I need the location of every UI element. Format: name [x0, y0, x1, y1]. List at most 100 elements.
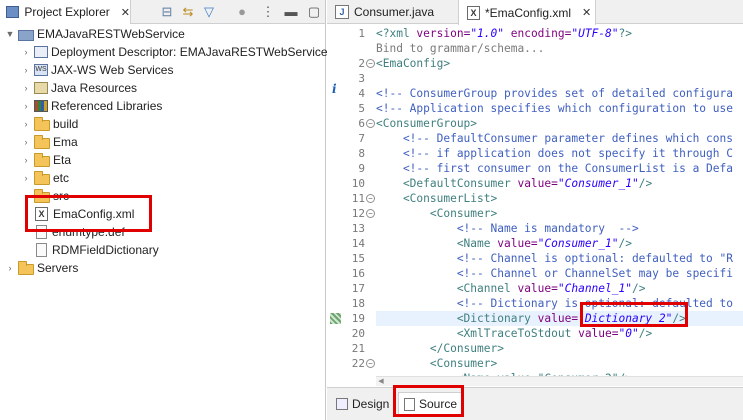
tab-title: Project Explorer — [24, 5, 110, 19]
tree-item-label: Deployment Descriptor: EMAJavaRESTWebSer… — [51, 45, 328, 59]
code-line[interactable]: </Consumer> — [376, 341, 504, 356]
line-number: 19 — [351, 312, 365, 325]
fold-toggle-icon[interactable]: − — [366, 119, 375, 128]
info-marker-icon[interactable]: i — [332, 82, 337, 96]
change-marker-icon[interactable] — [330, 313, 341, 324]
tab-project-explorer[interactable]: Project Explorer ✕ — [0, 0, 131, 24]
line-number — [345, 371, 365, 386]
xml-source-editor[interactable]: i 1 <?xml version="1.0" encoding="UTF-8"?… — [327, 25, 743, 387]
expand-arrow-icon[interactable]: › — [20, 83, 32, 93]
link-editor-icon[interactable]: ⇆ — [180, 4, 196, 20]
code-token: <!-- first consumer on the ConsumerList … — [376, 162, 733, 175]
close-icon[interactable]: ✕ — [121, 6, 130, 19]
line-number: 20 — [351, 327, 365, 340]
code-line[interactable]: Bind to grammar/schema... — [376, 41, 544, 56]
code-line[interactable]: <!-- ConsumerGroup provides set of detai… — [376, 86, 733, 101]
code-line[interactable]: <!-- Name is mandatory --> — [376, 221, 639, 236]
expand-arrow-icon[interactable]: › — [20, 173, 32, 183]
code-line[interactable]: <!-- Channel or ChannelSet may be specif… — [376, 266, 733, 281]
minimize-icon[interactable]: ▬ — [283, 4, 299, 20]
tree-item-java-resources[interactable]: › Java Resources — [20, 79, 138, 97]
expand-arrow-icon[interactable]: ▼ — [4, 29, 16, 39]
fold-toggle-icon[interactable]: − — [366, 59, 375, 68]
code-token: value= — [537, 312, 579, 325]
project-explorer-icon — [6, 6, 20, 18]
collapse-all-icon[interactable]: ⊟ — [159, 4, 175, 20]
code-token: version= — [416, 27, 471, 40]
code-token: ?> — [618, 27, 632, 40]
code-line[interactable]: <Consumer> — [376, 356, 497, 371]
code-line[interactable]: <ConsumerGroup> — [376, 116, 477, 131]
expand-arrow-icon[interactable]: › — [20, 137, 32, 147]
code-token: encoding= — [504, 27, 572, 40]
tab-label: Design — [352, 397, 390, 411]
expand-arrow-icon[interactable]: › — [20, 119, 32, 129]
code-line[interactable]: <Consumer> — [376, 206, 497, 221]
line-number: 18 — [351, 297, 365, 310]
line-number: 10 — [351, 177, 365, 190]
code-line[interactable]: <?xml version="1.0" encoding="UTF-8"?> — [376, 26, 632, 41]
view-menu-icon[interactable]: ⋮ — [260, 4, 276, 20]
expand-arrow-icon[interactable]: › — [20, 65, 32, 75]
code-line[interactable]: <EmaConfig> — [376, 56, 450, 71]
filter-icon[interactable]: ▽ — [201, 4, 217, 20]
fold-toggle-icon[interactable]: − — [366, 194, 375, 203]
expand-arrow-icon[interactable]: › — [20, 101, 32, 111]
tab-design[interactable]: Design — [331, 392, 394, 416]
scroll-left-icon[interactable]: ◀ — [376, 377, 386, 387]
code-token: </Consumer> — [376, 342, 504, 355]
code-token: "Consumer_1" — [537, 237, 619, 250]
code-line[interactable]: <Name value="Consumer_1"/> — [376, 236, 632, 251]
expand-arrow-icon[interactable]: › — [20, 47, 32, 57]
code-line[interactable]: <!-- first consumer on the ConsumerList … — [376, 161, 733, 176]
tree-item-referenced-libraries[interactable]: › Referenced Libraries — [20, 97, 163, 115]
code-line[interactable]: <!-- if application does not specify it … — [376, 146, 733, 161]
tree-item-deployment-descriptor[interactable]: › Deployment Descriptor: EMAJavaRESTWebS… — [20, 43, 328, 61]
code-token: <Consumer> — [376, 357, 498, 370]
fold-toggle-icon[interactable]: − — [366, 209, 375, 218]
line-number: 3 — [358, 72, 365, 85]
tree-item-rdmfielddictionary[interactable]: RDMFieldDictionary — [32, 241, 159, 259]
tree-item-etc[interactable]: › etc — [20, 169, 69, 187]
code-line[interactable]: <ConsumerList> — [376, 191, 497, 206]
project-explorer-panel: Project Explorer ✕ ⊟ ⇆ ▽ ● ⋮ ▬ ▢ ▼ EMAJa… — [0, 0, 328, 420]
code-token: <Channel — [376, 282, 518, 295]
tree-item-servers[interactable]: › Servers — [4, 259, 78, 277]
tree-item-eta[interactable]: › Eta — [20, 151, 71, 169]
tree-item-ema[interactable]: › Ema — [20, 133, 78, 151]
code-token: "UTF-8" — [571, 27, 619, 40]
code-line[interactable]: <Channel value="Channel_1"/> — [376, 281, 646, 296]
code-line[interactable]: <XmlTraceToStdout value="0"/> — [376, 326, 652, 341]
code-line[interactable]: <!-- Application specifies which configu… — [376, 101, 733, 116]
line-number: 7 — [358, 132, 365, 145]
code-token: value= — [517, 177, 558, 190]
code-line[interactable]: <!-- DefaultConsumer parameter defines w… — [376, 131, 733, 146]
expand-arrow-icon[interactable]: › — [20, 155, 32, 165]
deployment-descriptor-icon — [34, 46, 48, 58]
tab-consumer-java[interactable]: J Consumer.java — [327, 0, 457, 24]
code-token: <XmlTraceToStdout — [376, 327, 579, 340]
code-line[interactable]: <!-- Channel is optional: defaulted to "… — [376, 251, 733, 266]
tab-emaconfig-xml[interactable]: X *EmaConfig.xml ✕ — [458, 0, 596, 25]
code-line[interactable]: <DefaultConsumer value="Consumer_1"/> — [376, 176, 652, 191]
close-icon[interactable]: ✕ — [582, 6, 591, 19]
tree-item-build[interactable]: › build — [20, 115, 78, 133]
tree-item-jaxws[interactable]: › WS JAX-WS Web Services — [20, 61, 174, 79]
expand-arrow-icon[interactable]: › — [4, 263, 16, 273]
focus-icon[interactable]: ● — [234, 4, 250, 20]
library-icon — [34, 100, 48, 112]
fold-toggle-icon[interactable]: − — [366, 359, 375, 368]
tree-item-label: JAX-WS Web Services — [51, 63, 174, 77]
code-token: <EmaConfig> — [376, 57, 451, 70]
tree-item-label: Eta — [53, 153, 72, 167]
highlight-box-dictionary-value — [580, 302, 688, 327]
tab-label: Consumer.java — [354, 5, 435, 19]
folder-icon — [34, 116, 50, 131]
code-token: <!-- ConsumerGroup provides set of detai… — [376, 87, 733, 100]
tree-item-label: Ema — [53, 135, 78, 149]
tree-item-project[interactable]: ▼ EMAJavaRESTWebService — [4, 25, 185, 43]
maximize-icon[interactable]: ▢ — [306, 4, 322, 20]
code-token: value= — [517, 282, 558, 295]
line-number: 14 — [351, 237, 365, 250]
code-token: <Consumer> — [376, 207, 498, 220]
